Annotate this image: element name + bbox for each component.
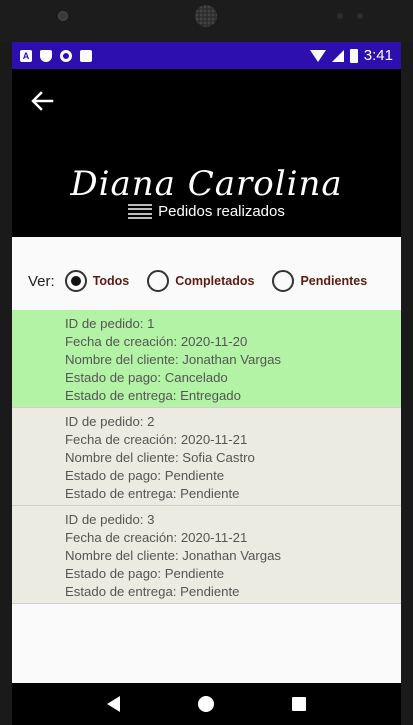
order-item[interactable]: ID de pedido: 2 Fecha de creación: 2020-… [12,408,401,506]
app-header: Diana Carolina Pedidos realizados [12,69,401,237]
filter-row: Ver: Todos Completados Pendientes [12,262,401,300]
back-button[interactable] [26,85,58,117]
order-id: ID de pedido: 3 [65,512,155,527]
nav-recents-button[interactable] [292,697,306,711]
order-date: Fecha de creación: 2020-11-21 [65,432,248,447]
battery-icon [349,48,358,63]
status-bar: A 3:41 [12,42,401,69]
radio-button-todos[interactable] [64,270,87,292]
order-payment-status: Estado de pago: Cancelado [65,370,228,385]
light-sensor [357,13,363,19]
radio-label-todos: Todos [92,274,130,288]
order-client: Nombre del cliente: Jonathan Vargas [65,352,282,367]
radio-button-completados[interactable] [147,270,170,292]
order-delivery-status: Estado de entrega: Pendiente [65,584,240,599]
app-screen: A 3:41 Diana Carolina Pedidos realizados… [12,42,401,725]
circle-icon [60,49,72,62]
radio-label-pendientes: Pendientes [300,274,368,288]
order-payment-status: Estado de pago: Pendiente [65,468,225,483]
brand-logo: Diana Carolina [70,164,343,204]
list-icon [128,203,153,220]
sd-card-icon [80,49,92,62]
front-camera [58,11,68,21]
earpiece-speaker [195,5,217,27]
order-id: ID de pedido: 2 [65,414,155,429]
order-payment-status: Estado de pago: Pendiente [65,566,225,581]
radio-option-todos[interactable]: Todos [64,270,130,292]
page-subtitle: Pedidos realizados [12,203,401,220]
radio-option-completados[interactable]: Completados [147,270,254,292]
nav-back-button[interactable] [107,696,120,712]
status-time: 3:41 [363,47,393,64]
order-delivery-status: Estado de entrega: Pendiente [65,486,240,501]
radio-button-pendientes[interactable] [272,270,295,292]
order-item[interactable]: ID de pedido: 1 Fecha de creación: 2020-… [12,310,401,408]
radio-option-pendientes[interactable]: Pendientes [272,270,367,292]
wifi-icon [309,49,326,62]
order-client: Nombre del cliente: Sofia Castro [65,450,255,465]
order-id: ID de pedido: 1 [65,316,155,331]
order-date: Fecha de creación: 2020-11-20 [65,334,248,349]
device-bezel-top [0,0,413,42]
radio-label-completados: Completados [175,274,255,288]
order-item[interactable]: ID de pedido: 3 Fecha de creación: 2020-… [12,506,401,604]
order-client: Nombre del cliente: Jonathan Vargas [65,548,282,563]
filter-label: Ver: [28,272,55,290]
shield-icon [40,49,52,62]
orders-list: ID de pedido: 1 Fecha de creación: 2020-… [12,310,401,604]
order-date: Fecha de creación: 2020-11-21 [65,530,248,545]
system-nav-bar [12,683,401,725]
signal-icon [331,49,344,62]
nav-home-button[interactable] [198,696,214,712]
order-delivery-status: Estado de entrega: Entregado [65,388,241,403]
page-title: Pedidos realizados [158,203,285,220]
a-icon: A [20,49,32,62]
proximity-sensor [337,13,343,19]
arrow-left-icon [31,91,54,111]
